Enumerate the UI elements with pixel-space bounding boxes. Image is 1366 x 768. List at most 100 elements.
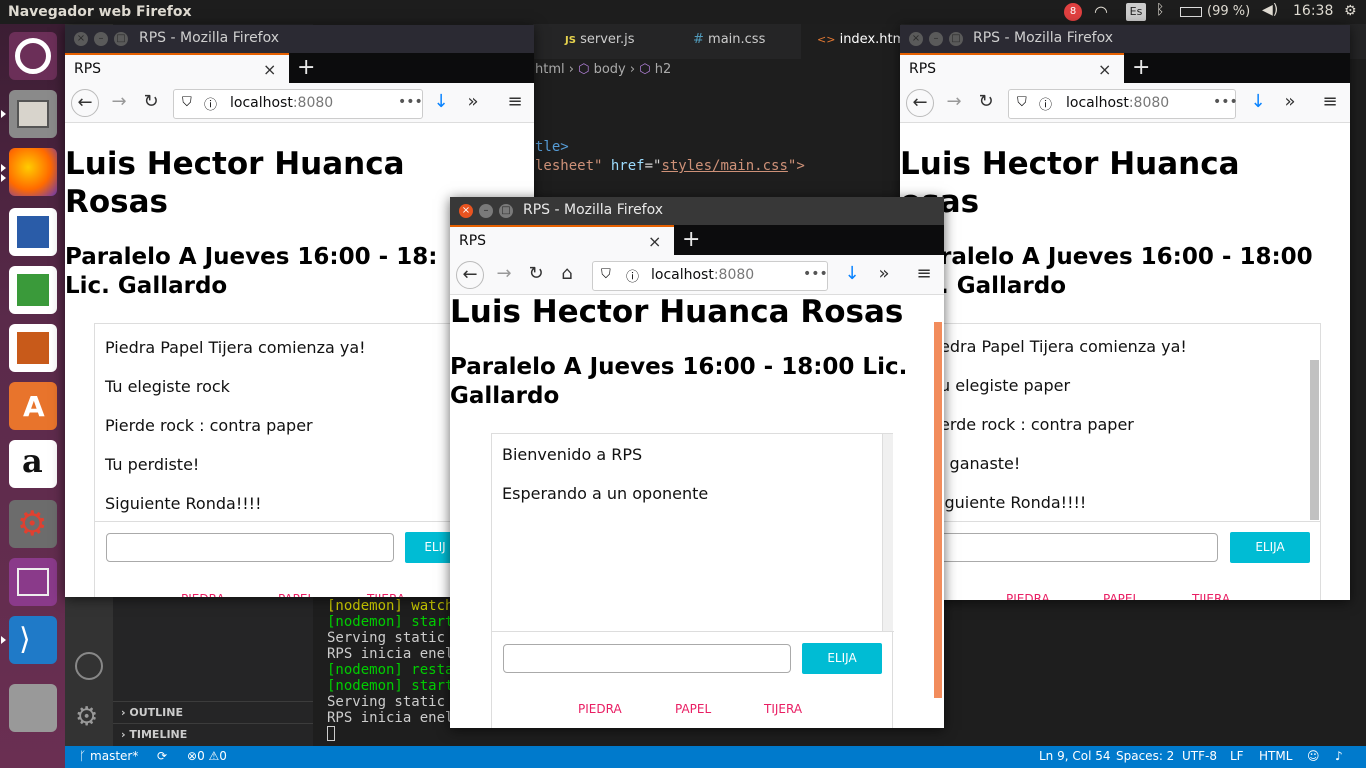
bluetooth-icon[interactable]: ᛒ — [1156, 2, 1164, 18]
problems-indicator[interactable]: ⊗0 ⚠0 — [187, 749, 227, 763]
close-tab-icon[interactable]: × — [648, 232, 661, 251]
window-titlebar[interactable]: × – □ RPS - Mozilla Firefox — [900, 25, 1350, 53]
writer-app-icon[interactable] — [9, 208, 57, 256]
software-center-icon[interactable]: A — [9, 382, 57, 430]
choice-input[interactable] — [106, 533, 394, 562]
piedra-link[interactable]: PIEDRA — [181, 592, 225, 597]
message-log[interactable]: Piedra Papel Tijera comienza ya! Tu eleg… — [105, 338, 366, 533]
message-log[interactable]: edra Papel Tijera comienza ya! u elegist… — [940, 337, 1187, 532]
tab-rps[interactable]: RPS × — [65, 53, 289, 83]
reload-icon[interactable]: ↻ — [972, 89, 1000, 117]
papel-link[interactable]: PAPEL — [675, 702, 711, 716]
forward-arrow-icon[interactable]: → — [490, 261, 518, 289]
hamburger-menu-icon[interactable]: ≡ — [1316, 89, 1344, 117]
tijera-link[interactable]: TIJERA — [764, 702, 802, 716]
choice-input[interactable] — [940, 533, 1218, 562]
forward-arrow-icon[interactable]: → — [940, 89, 968, 117]
reload-icon[interactable]: ↻ — [137, 89, 165, 117]
vscode-app-icon[interactable]: ⟩ — [9, 616, 57, 664]
notification-badge[interactable]: 8 — [1064, 3, 1082, 21]
encoding[interactable]: UTF-8 — [1182, 749, 1217, 763]
window-titlebar[interactable]: × – □ RPS - Mozilla Firefox — [450, 197, 944, 225]
files-app-icon[interactable] — [9, 90, 57, 138]
url-bar[interactable]: ⛉ ⓘ localhost:8080 ••• — [592, 261, 828, 291]
clock[interactable]: 16:38 — [1293, 3, 1333, 19]
papel-link[interactable]: PAPEL — [1103, 592, 1139, 600]
minimize-window-icon[interactable]: – — [94, 32, 108, 46]
overflow-chevron-icon[interactable]: » — [1276, 89, 1304, 117]
back-arrow-icon[interactable]: ← — [906, 89, 934, 117]
close-window-icon[interactable]: × — [909, 32, 923, 46]
overflow-chevron-icon[interactable]: » — [870, 261, 898, 289]
calc-app-icon[interactable] — [9, 266, 57, 314]
amazon-icon[interactable]: a — [9, 440, 57, 488]
code-line[interactable]: tle> — [535, 139, 569, 155]
hamburger-menu-icon[interactable]: ≡ — [501, 89, 529, 117]
gear-icon[interactable]: ⚙ — [1344, 3, 1357, 19]
tab-index-html[interactable]: <> index.html — [817, 32, 909, 47]
close-tab-icon[interactable]: × — [263, 60, 276, 79]
url-bar[interactable]: ⛉ ⓘ localhost:8080 ••• — [1008, 89, 1238, 119]
back-arrow-icon[interactable]: ← — [456, 261, 484, 289]
ubuntu-dash-button[interactable] — [9, 32, 57, 80]
settings-app-icon[interactable]: ⚙ — [9, 500, 57, 548]
impress-app-icon[interactable] — [9, 324, 57, 372]
papel-link[interactable]: PAPEL — [278, 592, 314, 597]
reload-icon[interactable]: ↻ — [522, 261, 550, 289]
git-branch[interactable]: ᚴ master* — [79, 749, 138, 763]
new-tab-icon[interactable]: + — [1132, 55, 1150, 80]
wifi-icon[interactable]: ◠ — [1094, 2, 1108, 21]
tab-rps[interactable]: RPS × — [900, 53, 1124, 83]
battery-icon[interactable] — [1180, 7, 1202, 17]
indentation[interactable]: Spaces: 2 — [1116, 749, 1174, 763]
message-scrollbar[interactable] — [1310, 360, 1319, 520]
close-tab-icon[interactable]: × — [1098, 60, 1111, 79]
page-actions-icon[interactable]: ••• — [1213, 94, 1238, 110]
elija-button[interactable]: ELIJA — [1230, 532, 1310, 563]
download-icon[interactable]: ↓ — [1244, 89, 1272, 117]
piedra-link[interactable]: PIEDRA — [578, 702, 622, 716]
back-arrow-icon[interactable]: ← — [71, 89, 99, 117]
cursor-position[interactable]: Ln 9, Col 54 — [1039, 749, 1111, 763]
window-titlebar[interactable]: × – □ RPS - Mozilla Firefox — [65, 25, 534, 53]
download-icon[interactable]: ↓ — [427, 89, 455, 117]
workspace-switcher-icon[interactable] — [9, 558, 57, 606]
maximize-window-icon[interactable]: □ — [114, 32, 128, 46]
new-tab-icon[interactable]: + — [682, 227, 700, 252]
hamburger-menu-icon[interactable]: ≡ — [910, 261, 938, 289]
new-tab-icon[interactable]: + — [297, 55, 315, 80]
timeline-section[interactable]: › TIMELINE — [113, 723, 313, 745]
choice-input[interactable] — [503, 644, 791, 673]
maximize-window-icon[interactable]: □ — [949, 32, 963, 46]
tab-server-js[interactable]: JS server.js — [565, 32, 635, 47]
forward-arrow-icon[interactable]: → — [105, 89, 133, 117]
elija-button[interactable]: ELIJA — [802, 643, 882, 674]
code-line[interactable]: lesheet" href="styles/main.css"> — [535, 158, 805, 174]
page-scrollbar[interactable] — [934, 322, 942, 698]
message-log[interactable]: Bienvenido a RPS Esperando a un oponente — [502, 445, 708, 523]
close-window-icon[interactable]: × — [459, 204, 473, 218]
home-icon[interactable]: ⌂ — [553, 261, 581, 289]
bell-icon[interactable]: ♪ — [1335, 749, 1343, 763]
piedra-link[interactable]: PIEDRA — [1006, 592, 1050, 600]
line-ending[interactable]: LF — [1230, 749, 1244, 763]
firefox-app-icon[interactable] — [9, 148, 57, 196]
message-scrollbar-track[interactable] — [882, 434, 893, 631]
account-icon[interactable] — [75, 652, 103, 680]
maximize-window-icon[interactable]: □ — [499, 204, 513, 218]
keyboard-layout[interactable]: Es — [1126, 3, 1146, 21]
download-icon[interactable]: ↓ — [838, 261, 866, 289]
feedback-icon[interactable]: ☺ — [1307, 749, 1320, 763]
overflow-chevron-icon[interactable]: » — [459, 89, 487, 117]
volume-icon[interactable]: ◀) — [1262, 2, 1278, 18]
minimize-window-icon[interactable]: – — [479, 204, 493, 218]
manage-gear-icon[interactable]: ⚙ — [75, 702, 98, 732]
page-actions-icon[interactable]: ••• — [398, 94, 423, 110]
language-mode[interactable]: HTML — [1259, 749, 1292, 763]
url-bar[interactable]: ⛉ ⓘ localhost:8080 ••• — [173, 89, 423, 119]
outline-section[interactable]: › OUTLINE — [113, 701, 313, 723]
tab-rps[interactable]: RPS × — [450, 225, 674, 255]
tijera-link[interactable]: TIJERA — [1192, 592, 1230, 600]
tijera-link[interactable]: TIJERA — [367, 592, 405, 597]
page-actions-icon[interactable]: ••• — [803, 266, 828, 282]
